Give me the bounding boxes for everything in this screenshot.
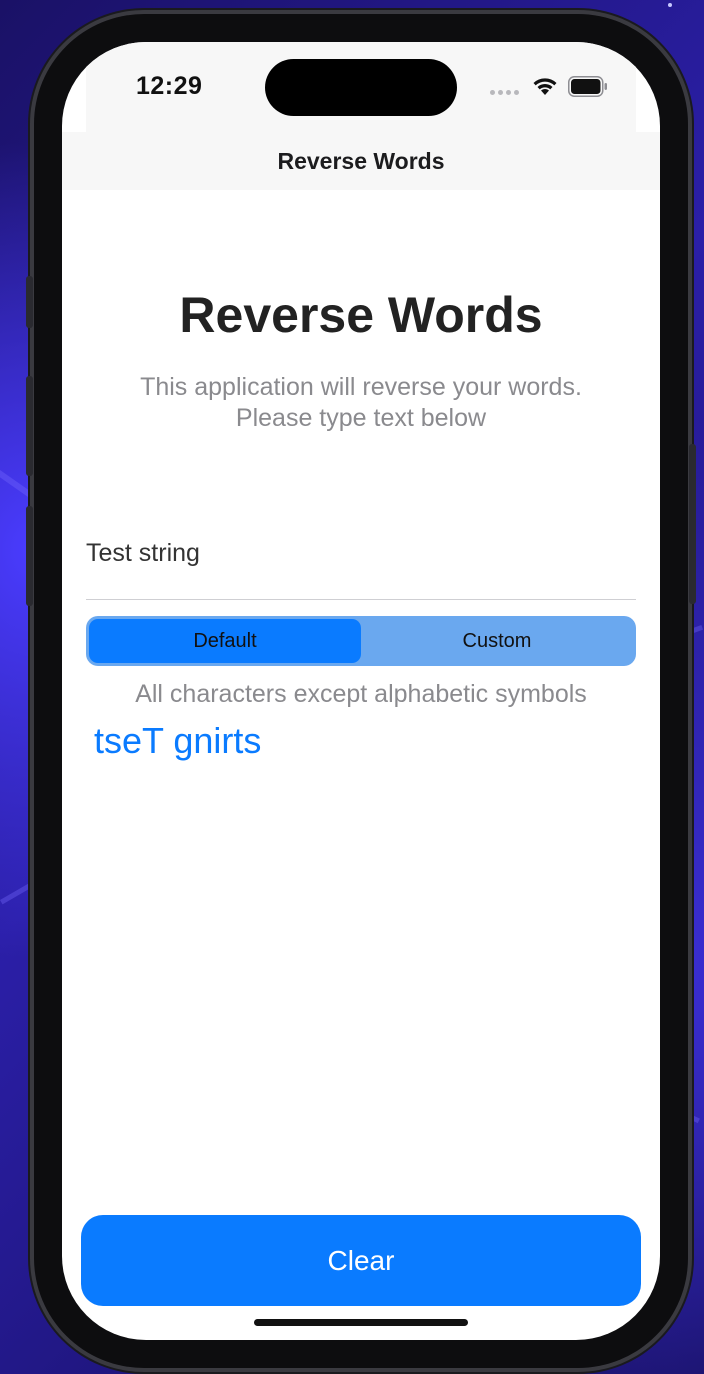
wifi-icon — [533, 78, 557, 95]
subtitle-line-1: This application will reverse your words… — [140, 373, 582, 401]
page-subtitle: This application will reverse your words… — [62, 372, 660, 434]
volume-down-button — [26, 506, 33, 606]
segment-default[interactable]: Default — [89, 619, 361, 663]
navigation-bar: Reverse Words — [62, 132, 660, 190]
clear-button[interactable]: Clear — [81, 1215, 641, 1306]
cellular-signal-icon — [490, 90, 519, 95]
mode-hint: All characters except alphabetic symbols — [135, 680, 587, 708]
segment-custom[interactable]: Custom — [361, 619, 633, 663]
device-screen: 12:29 Reverse Words Reverse Words This a… — [62, 42, 660, 1340]
subtitle-line-2: Please type text below — [235, 404, 487, 432]
text-input[interactable] — [86, 528, 636, 600]
side-button — [689, 444, 696, 604]
home-indicator[interactable] — [254, 1319, 468, 1326]
nav-title: Reverse Words — [277, 147, 445, 174]
wallpaper-dot — [668, 3, 672, 7]
reversed-result: tseT gnirts — [94, 720, 262, 761]
mode-segmented-control: Default Custom — [86, 616, 636, 666]
dynamic-island — [265, 59, 457, 116]
battery-icon — [568, 76, 607, 97]
action-button — [26, 276, 33, 328]
page-title: Reverse Words — [179, 287, 543, 343]
status-time: 12:29 — [136, 72, 203, 100]
volume-up-button — [26, 376, 33, 476]
